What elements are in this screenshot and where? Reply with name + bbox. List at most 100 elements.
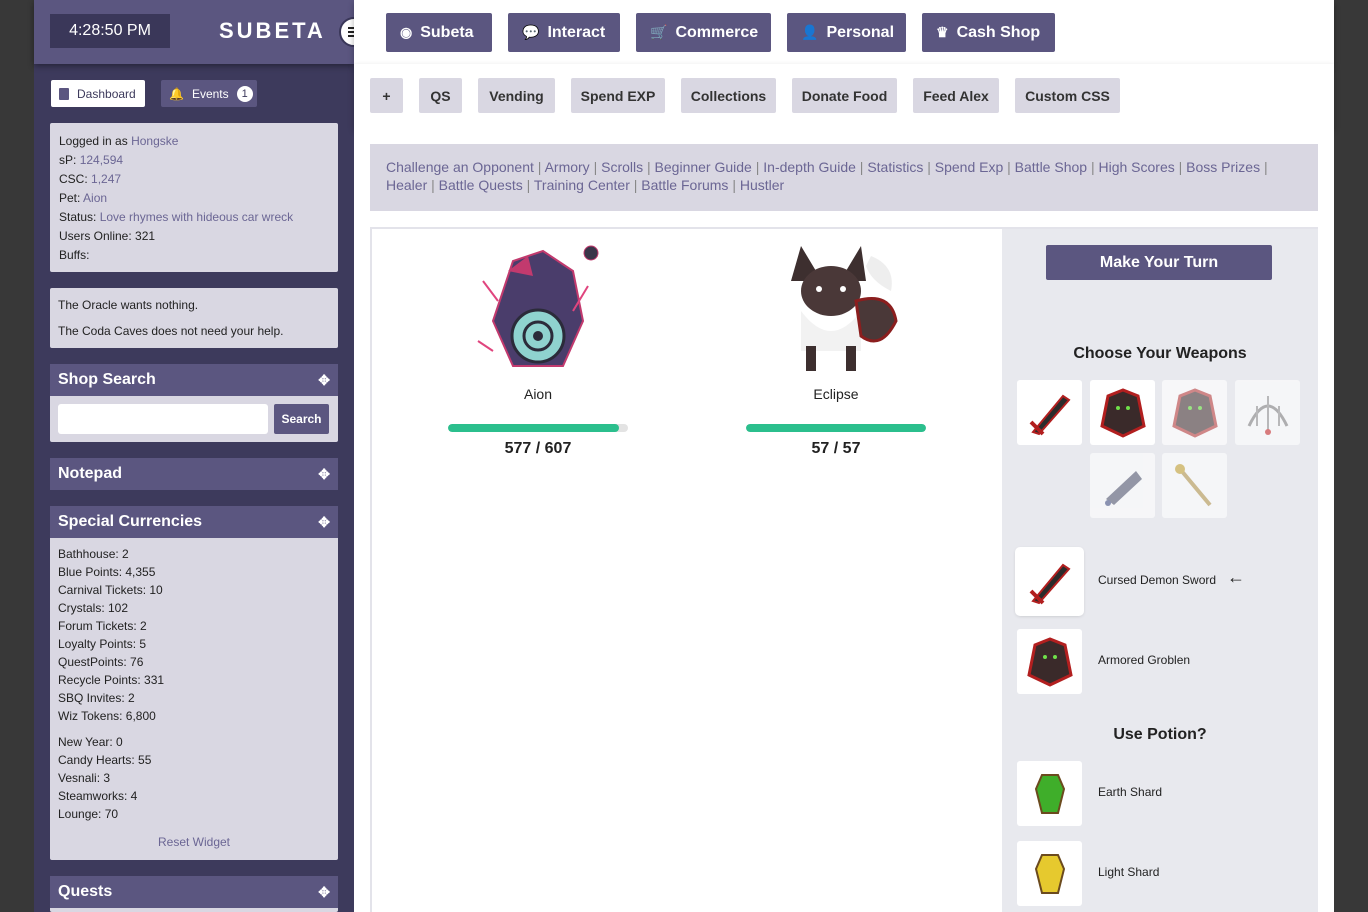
sp-value: 124,594 xyxy=(79,153,124,167)
currency-item: Crystals: 102 xyxy=(58,601,129,615)
link-high-scores[interactable]: High Scores xyxy=(1098,159,1174,175)
move-icon[interactable]: ✥ xyxy=(318,514,330,531)
player-hp-bar xyxy=(448,424,628,432)
buffs: Buffs: xyxy=(59,248,90,262)
weapons-title: Choose Your Weapons xyxy=(1073,345,1247,362)
shop-search-input[interactable] xyxy=(58,404,268,434)
weapons-panel: Make Your Turn Choose Your Weapons Curse… xyxy=(1002,229,1318,912)
link-beginner-guide[interactable]: Beginner Guide xyxy=(655,159,752,175)
dashboard-label: Dashboard xyxy=(77,86,136,101)
username-link[interactable]: Hongske xyxy=(131,134,178,148)
armored-beast-icon xyxy=(1017,629,1082,694)
currency-item: Loyalty Points: 5 xyxy=(58,637,147,651)
link-healer[interactable]: Healer xyxy=(386,177,427,193)
chat-icon: 💬 xyxy=(522,24,540,40)
notepad-title: Notepad xyxy=(58,465,122,482)
shop-search-button[interactable]: Search xyxy=(274,404,329,434)
csc-label: CSC: xyxy=(59,172,88,186)
opponent-hp-fill xyxy=(746,424,926,432)
shop-search-widget: Shop Search ✥ Search xyxy=(50,364,338,442)
nav-cash-shop[interactable]: ♛ Cash Shop xyxy=(922,13,1055,52)
quick-custom-css-button[interactable]: Custom CSS xyxy=(1015,78,1120,113)
move-icon[interactable]: ✥ xyxy=(318,884,330,901)
sword-icon[interactable] xyxy=(1017,380,1082,445)
currencies-header[interactable]: Special Currencies ✥ xyxy=(50,506,338,538)
quick-collections-button[interactable]: Collections xyxy=(681,78,776,113)
pet-label: Pet: xyxy=(59,191,81,205)
reset-widget-link[interactable]: Reset Widget xyxy=(50,835,338,849)
currency-item: SBQ Invites: 2 xyxy=(58,691,135,705)
link-battle-quests[interactable]: Battle Quests xyxy=(439,177,523,193)
nav-personal[interactable]: 👤 Personal xyxy=(787,13,906,52)
armored-beast-faded-icon[interactable] xyxy=(1162,380,1227,445)
staff-icon[interactable] xyxy=(1162,453,1227,518)
potion-row[interactable]: Earth Shard xyxy=(1017,761,1307,826)
link-statistics[interactable]: Statistics xyxy=(867,159,923,175)
link-challenge[interactable]: Challenge an Opponent xyxy=(386,159,534,175)
opponent-pet-image xyxy=(791,246,898,371)
pet-link[interactable]: Aion xyxy=(83,191,107,205)
link-armory[interactable]: Armory xyxy=(545,159,590,175)
shop-search-header[interactable]: Shop Search ✥ xyxy=(50,364,338,396)
users-online: Users Online: 321 xyxy=(59,229,156,243)
selected-weapon-row[interactable]: Armored Groblen xyxy=(1017,629,1307,694)
nav-subeta[interactable]: ◉ Subeta xyxy=(386,13,492,52)
link-in-depth-guide[interactable]: In-depth Guide xyxy=(763,159,856,175)
currency-item: Steamworks: 4 xyxy=(58,789,138,803)
quests-header[interactable]: Quests ✥ xyxy=(50,876,338,908)
move-icon[interactable]: ✥ xyxy=(318,466,330,483)
potion-name: Light Shard xyxy=(1098,865,1160,879)
currency-item: Carnival Tickets: 10 xyxy=(58,583,163,597)
quick-qs-button[interactable]: QS xyxy=(419,78,462,113)
events-button[interactable]: 🔔 Events 1 xyxy=(161,80,257,107)
site-logo[interactable]: SUBETA xyxy=(219,18,326,44)
move-icon[interactable]: ✥ xyxy=(318,372,330,389)
quick-feed-alex-button[interactable]: Feed Alex xyxy=(913,78,999,113)
armored-beast-icon[interactable] xyxy=(1090,380,1155,445)
quick-donate-food-button[interactable]: Donate Food xyxy=(792,78,897,113)
link-boss-prizes[interactable]: Boss Prizes xyxy=(1186,159,1260,175)
currency-item: Lounge: 70 xyxy=(58,807,119,821)
csc-value: 1,247 xyxy=(91,172,122,186)
nav-interact-label: Interact xyxy=(547,23,606,41)
link-scrolls[interactable]: Scrolls xyxy=(601,159,643,175)
opponent-pet: Eclipse 57 / 57 xyxy=(746,241,926,458)
currency-item: Recycle Points: 331 xyxy=(58,673,165,687)
quick-vending-button[interactable]: Vending xyxy=(478,78,555,113)
link-hustler[interactable]: Hustler xyxy=(740,177,784,193)
notepad-widget: Notepad ✥ xyxy=(50,458,338,490)
potion-row[interactable]: Light Shard xyxy=(1017,841,1307,906)
make-turn-button[interactable]: Make Your Turn xyxy=(1046,245,1272,280)
clipboard-icon xyxy=(59,87,69,100)
nav-commerce[interactable]: 🛒 Commerce xyxy=(636,13,771,52)
link-battle-forums[interactable]: Battle Forums xyxy=(641,177,728,193)
notice-coda-caves: The Coda Caves does not need your help. xyxy=(58,324,284,338)
quick-add-button[interactable]: + xyxy=(370,78,403,113)
currency-list: Bathhouse: 2 Blue Points: 4,355 Carnival… xyxy=(50,538,338,823)
player-hp-fill xyxy=(448,424,619,432)
quick-spend-exp-button[interactable]: Spend EXP xyxy=(571,78,665,113)
nav-interact[interactable]: 💬 Interact xyxy=(508,13,620,52)
web-icon[interactable] xyxy=(1235,380,1300,445)
dashboard-button[interactable]: Dashboard xyxy=(51,80,145,107)
status-value: Love rhymes with hideous car wreck xyxy=(99,210,294,224)
green-crystal-icon xyxy=(1017,761,1082,826)
nav-subeta-label: Subeta xyxy=(420,23,474,41)
player-pet-image xyxy=(477,245,599,367)
notice-widget: The Oracle wants nothing. The Coda Caves… xyxy=(50,288,338,348)
player-pet: Aion 577 / 607 xyxy=(448,241,628,458)
blade-icon[interactable] xyxy=(1090,453,1155,518)
battle-links: Challenge an Opponent | Armory | Scrolls… xyxy=(370,144,1318,211)
link-battle-shop[interactable]: Battle Shop xyxy=(1015,159,1087,175)
crown-icon: ♛ xyxy=(936,24,949,40)
notepad-header[interactable]: Notepad ✥ xyxy=(50,458,338,490)
link-spend-exp[interactable]: Spend Exp xyxy=(935,159,1004,175)
currency-item: Bathhouse: 2 xyxy=(58,547,129,561)
selected-weapon-row[interactable]: Cursed Demon Sword ← xyxy=(1017,549,1307,614)
selected-weapon-name: Armored Groblen xyxy=(1098,653,1191,667)
opponent-hp-bar xyxy=(746,424,926,432)
selected-weapon-name: Cursed Demon Sword xyxy=(1098,573,1217,587)
currency-item: Wiz Tokens: 6,800 xyxy=(58,709,156,723)
link-training-center[interactable]: Training Center xyxy=(534,177,630,193)
top-nav: ◉ Subeta 💬 Interact 🛒 Commerce 👤 Personal ♛ C… xyxy=(354,0,1334,64)
